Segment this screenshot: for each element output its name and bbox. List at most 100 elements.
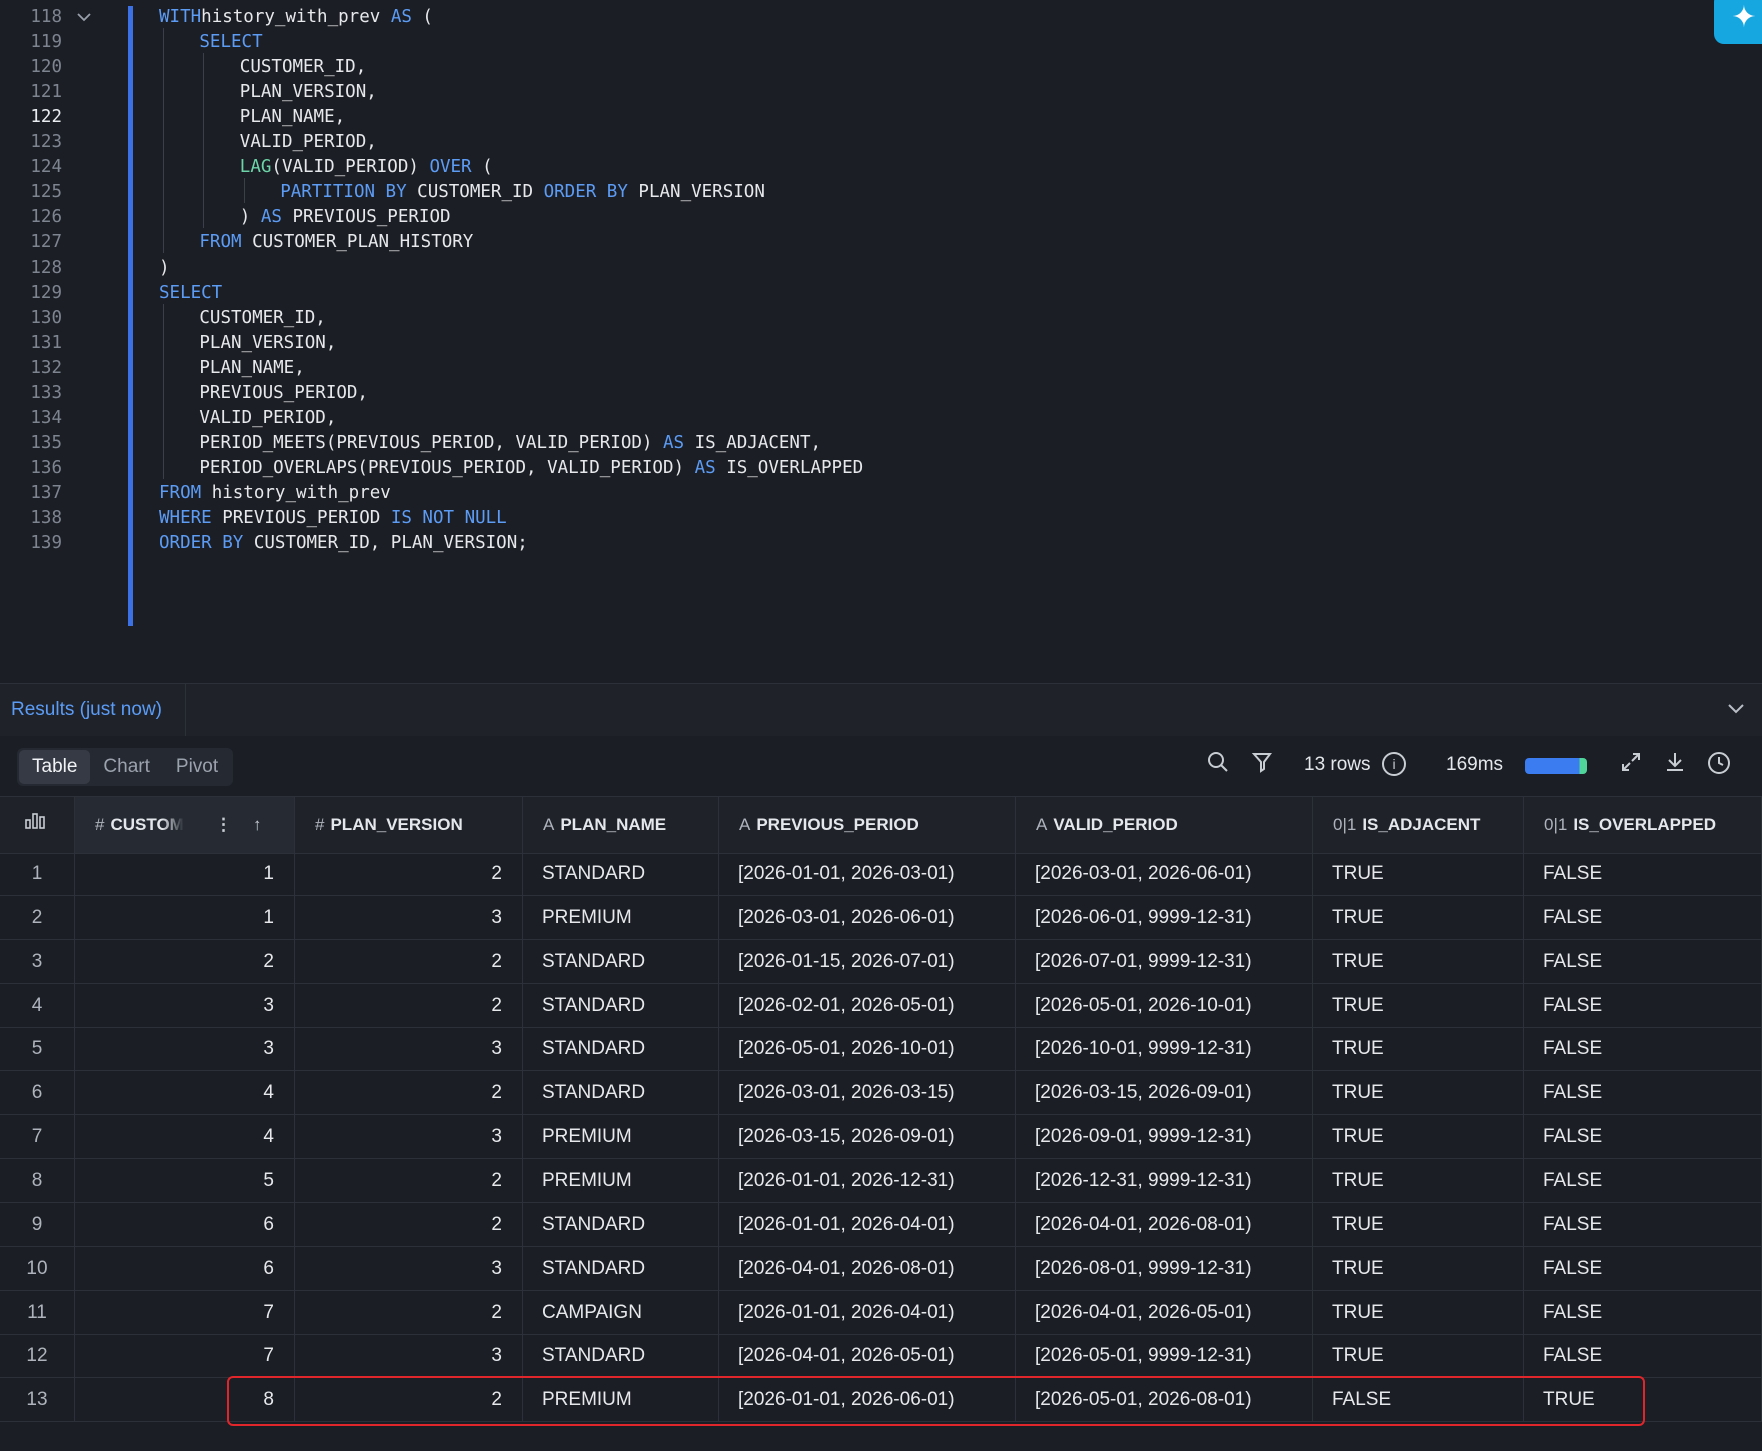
table-cell[interactable]: STANDARD: [523, 1071, 719, 1116]
code-line[interactable]: 119 SELECT: [0, 28, 1762, 56]
code-line[interactable]: 138 WHERE PREVIOUS_PERIOD IS NOT NULL: [0, 504, 1762, 532]
table-cell[interactable]: FALSE: [1524, 1071, 1762, 1116]
column-header-previous-period[interactable]: A PREVIOUS_PERIOD: [719, 797, 1016, 853]
code-line[interactable]: 126) AS PREVIOUS_PERIOD: [0, 203, 1762, 231]
table-cell[interactable]: TRUE: [1313, 1027, 1524, 1072]
table-row[interactable]: 7 4 3 PREMIUM [2026-03-15, 2026-09-01) [2026-…: [0, 1115, 1762, 1160]
table-cell[interactable]: FALSE: [1524, 1115, 1762, 1160]
table-cell[interactable]: TRUE: [1313, 1158, 1524, 1203]
table-cell[interactable]: [2026-10-01, 9999-12-31): [1016, 1027, 1313, 1072]
column-menu-icon[interactable]: ⋮: [215, 797, 232, 853]
column-stats-icon[interactable]: [24, 813, 48, 834]
table-cell[interactable]: FALSE: [1524, 895, 1762, 940]
code-line[interactable]: 130 CUSTOMER_ID,: [0, 303, 1762, 332]
table-cell[interactable]: 3: [295, 1334, 523, 1379]
info-icon[interactable]: i: [1382, 752, 1406, 776]
download-icon[interactable]: [1663, 750, 1687, 780]
table-cell[interactable]: TRUE: [1313, 1115, 1524, 1160]
table-cell[interactable]: STANDARD: [523, 1202, 719, 1247]
table-cell[interactable]: 3: [295, 1115, 523, 1160]
table-cell[interactable]: TRUE: [1313, 1334, 1524, 1379]
table-cell[interactable]: STANDARD: [523, 939, 719, 984]
table-cell[interactable]: 2: [295, 1158, 523, 1203]
table-cell[interactable]: [2026-03-15, 2026-09-01): [1016, 1071, 1313, 1116]
column-header-plan-name[interactable]: A PLAN_NAME: [523, 797, 719, 853]
table-cell[interactable]: 3: [295, 1246, 523, 1291]
column-header-is-adjacent[interactable]: 0|1 IS_ADJACENT: [1313, 797, 1524, 853]
table-cell[interactable]: [2026-01-01, 2026-12-31): [719, 1158, 1016, 1203]
table-cell[interactable]: [2026-01-01, 2026-04-01): [719, 1290, 1016, 1335]
column-header-is-overlapped[interactable]: 0|1 IS_OVERLAPPED: [1524, 797, 1762, 853]
code-line[interactable]: 128): [0, 254, 1762, 282]
table-cell[interactable]: STANDARD: [523, 1027, 719, 1072]
table-cell[interactable]: [2026-03-01, 2026-06-01): [1016, 852, 1313, 896]
table-row[interactable]: 11 7 2 CAMPAIGN [2026-01-01, 2026-04-01) [202…: [0, 1290, 1762, 1335]
tab-chart[interactable]: Chart: [90, 750, 162, 784]
table-cell[interactable]: FALSE: [1524, 1158, 1762, 1203]
table-cell[interactable]: TRUE: [1313, 852, 1524, 896]
code-line[interactable]: 118 WITHhistory_with_prev AS (: [0, 3, 1762, 31]
table-cell[interactable]: [2026-04-01, 2026-05-01): [719, 1334, 1016, 1379]
table-cell[interactable]: 7: [75, 1334, 295, 1379]
table-cell[interactable]: 2: [295, 1202, 523, 1247]
table-cell[interactable]: 7: [75, 1290, 295, 1335]
table-cell[interactable]: TRUE: [1313, 1071, 1524, 1116]
table-row[interactable]: 9 6 2 STANDARD [2026-01-01, 2026-04-01) [2026…: [0, 1202, 1762, 1247]
table-cell[interactable]: [2026-06-01, 9999-12-31): [1016, 895, 1313, 940]
sql-editor[interactable]: ✦ 118 WITHhistory_with_prev AS (119 SELECT…: [0, 0, 1762, 682]
table-cell[interactable]: TRUE: [1313, 895, 1524, 940]
code-line[interactable]: 120 CUSTOMER_ID,: [0, 53, 1762, 81]
table-cell[interactable]: [2026-01-01, 2026-04-01): [719, 1202, 1016, 1247]
search-icon[interactable]: [1206, 750, 1230, 780]
code-line[interactable]: 127 FROM CUSTOMER_PLAN_HISTORY: [0, 228, 1762, 256]
column-header-customer-id[interactable]: # CUSTOM ⋮ ↑: [75, 797, 295, 853]
tab-pivot[interactable]: Pivot: [163, 750, 231, 784]
code-line[interactable]: 129 SELECT: [0, 279, 1762, 307]
table-cell[interactable]: [2026-03-01, 2026-06-01): [719, 895, 1016, 940]
table-cell[interactable]: 2: [295, 852, 523, 896]
table-cell[interactable]: [2026-01-01, 2026-03-01): [719, 852, 1016, 896]
table-cell[interactable]: PREMIUM: [523, 1115, 719, 1160]
table-cell[interactable]: 6: [75, 1246, 295, 1291]
table-cell[interactable]: [2026-09-01, 9999-12-31): [1016, 1115, 1313, 1160]
table-row[interactable]: 10 6 3 STANDARD [2026-04-01, 2026-08-01) [202…: [0, 1246, 1762, 1291]
code-line[interactable]: 124 LAG(VALID_PERIOD) OVER (: [0, 153, 1762, 181]
table-cell[interactable]: TRUE: [1313, 1246, 1524, 1291]
table-cell[interactable]: FALSE: [1524, 852, 1762, 896]
table-cell[interactable]: [2026-07-01, 9999-12-31): [1016, 939, 1313, 984]
table-cell[interactable]: [2026-04-01, 2026-08-01): [719, 1246, 1016, 1291]
code-line[interactable]: 134 VALID_PERIOD,: [0, 403, 1762, 432]
code-line[interactable]: 133 PREVIOUS_PERIOD,: [0, 378, 1762, 407]
history-icon[interactable]: [1706, 750, 1732, 782]
table-cell[interactable]: [2026-05-01, 2026-10-01): [719, 1027, 1016, 1072]
table-cell[interactable]: FALSE: [1524, 983, 1762, 1028]
code-line[interactable]: 135 PERIOD_MEETS(PREVIOUS_PERIOD, VALID_P…: [0, 428, 1762, 457]
chevron-down-icon[interactable]: [1726, 698, 1746, 724]
code-line[interactable]: 137 FROM history_with_prev: [0, 479, 1762, 507]
column-header-index[interactable]: [0, 797, 75, 853]
table-row[interactable]: 6 4 2 STANDARD [2026-03-01, 2026-03-15) [2026…: [0, 1071, 1762, 1116]
table-cell[interactable]: 3: [75, 983, 295, 1028]
table-row[interactable]: 12 7 3 STANDARD [2026-04-01, 2026-05-01) [202…: [0, 1334, 1762, 1379]
code-line[interactable]: 136 PERIOD_OVERLAPS(PREVIOUS_PERIOD, VALI…: [0, 453, 1762, 482]
code-line[interactable]: 132 PLAN_NAME,: [0, 353, 1762, 382]
table-cell[interactable]: 4: [75, 1071, 295, 1116]
table-cell[interactable]: 4: [75, 1115, 295, 1160]
table-cell[interactable]: TRUE: [1313, 1290, 1524, 1335]
table-cell[interactable]: CAMPAIGN: [523, 1290, 719, 1335]
code-line[interactable]: 122 PLAN_NAME,: [0, 103, 1762, 131]
table-cell[interactable]: 1: [75, 895, 295, 940]
table-cell[interactable]: 3: [295, 1027, 523, 1072]
table-cell[interactable]: 2: [295, 939, 523, 984]
table-cell[interactable]: STANDARD: [523, 1334, 719, 1379]
table-cell[interactable]: STANDARD: [523, 1246, 719, 1291]
table-cell[interactable]: [2026-03-15, 2026-09-01): [719, 1115, 1016, 1160]
table-cell[interactable]: [2026-08-01, 9999-12-31): [1016, 1246, 1313, 1291]
code-line[interactable]: 123 VALID_PERIOD,: [0, 128, 1762, 156]
table-cell[interactable]: 5: [75, 1158, 295, 1203]
table-cell[interactable]: 2: [295, 1290, 523, 1335]
table-row[interactable]: 1 1 2 STANDARD [2026-01-01, 2026-03-01) [2026…: [0, 852, 1762, 896]
table-cell[interactable]: [2026-05-01, 9999-12-31): [1016, 1334, 1313, 1379]
code-line[interactable]: 121 PLAN_VERSION,: [0, 78, 1762, 106]
table-cell[interactable]: 3: [75, 1027, 295, 1072]
